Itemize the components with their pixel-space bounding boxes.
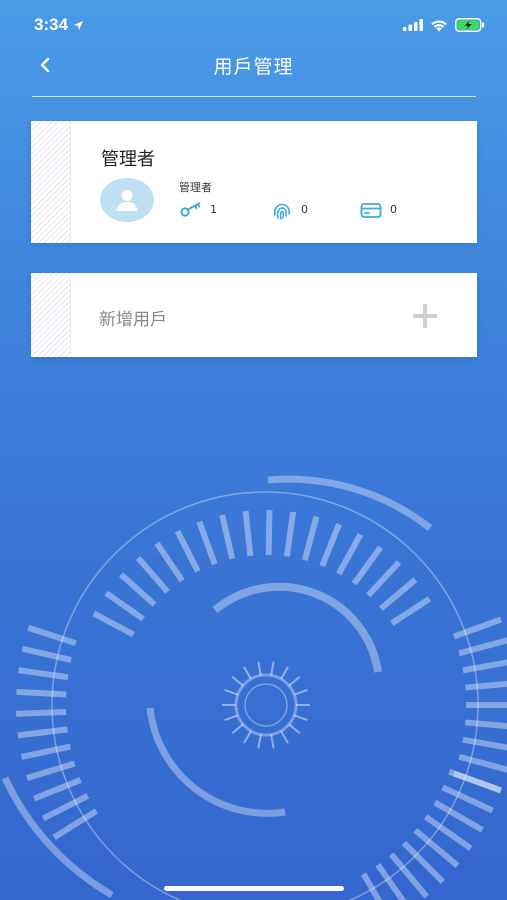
battery-charging-icon (455, 18, 485, 32)
user-role: 管理者 (179, 181, 212, 194)
wifi-icon (431, 19, 447, 31)
cellular-signal-icon (403, 19, 423, 31)
add-user-button[interactable]: 新增用戶 (31, 273, 477, 357)
key-count: 1 (210, 203, 217, 216)
status-time-text: 3:34 (34, 15, 69, 34)
chevron-left-icon (40, 57, 50, 73)
header-divider (32, 96, 476, 97)
plus-icon (413, 304, 437, 328)
add-user-label: 新增用戶 (99, 310, 167, 330)
key-icon (180, 202, 201, 217)
back-button[interactable] (34, 53, 56, 77)
status-indicators (403, 18, 485, 32)
user-card[interactable]: 管理者 管理者 1 0 0 (31, 121, 477, 243)
page-title: 用戶管理 (213, 55, 294, 78)
status-time: 3:34 (34, 15, 84, 35)
card-stripe (31, 121, 71, 243)
location-arrow-icon (73, 20, 84, 30)
fingerprint-count: 0 (301, 203, 308, 216)
key-count-stat: 1 (180, 201, 217, 217)
decorative-radar-graphic (1, 475, 507, 900)
person-icon (116, 190, 138, 211)
avatar (100, 178, 154, 222)
card-count: 0 (390, 203, 397, 216)
fingerprint-icon (273, 203, 290, 220)
card-stripe (31, 273, 71, 357)
card-count-stat: 0 (360, 201, 397, 219)
home-indicator (164, 886, 344, 891)
nav-bar: 用戶管理 (0, 44, 507, 86)
user-name: 管理者 (101, 149, 155, 170)
fingerprint-count-stat: 0 (271, 201, 308, 221)
status-bar: 3:34 (0, 0, 507, 50)
card-icon (360, 203, 382, 218)
